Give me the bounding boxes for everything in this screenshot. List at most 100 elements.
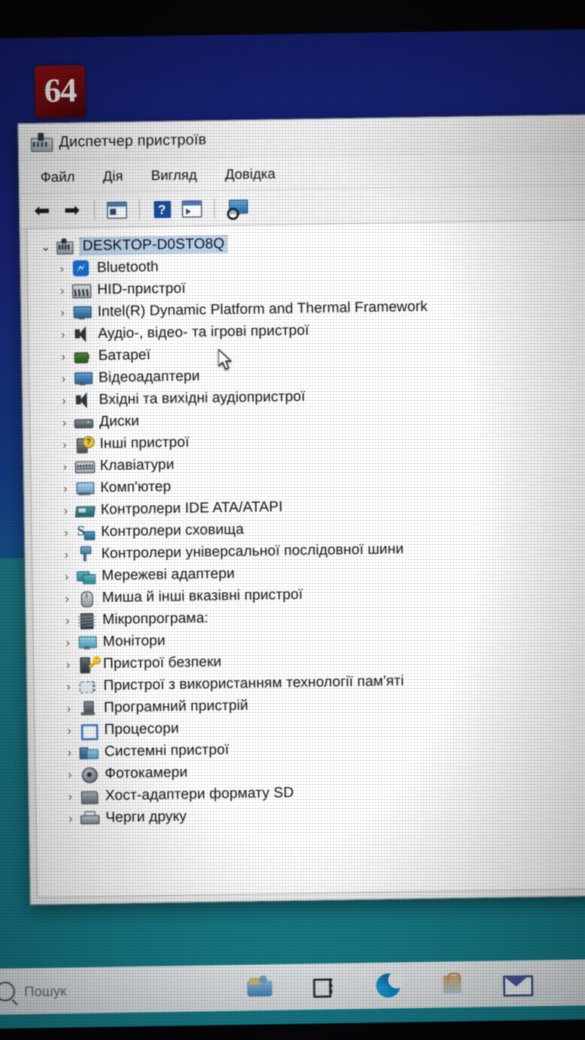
monitor-surface: 64 er Диспетчер пристроїв Файл Дія Вигля… bbox=[0, 29, 585, 1029]
disk-drive-icon bbox=[74, 414, 94, 430]
chevron-right-icon[interactable]: › bbox=[60, 680, 76, 694]
tree-node-label: Контролери сховища bbox=[100, 521, 244, 540]
chevron-down-icon[interactable]: ⌄ bbox=[37, 240, 53, 254]
battery-icon bbox=[73, 348, 91, 364]
chevron-right-icon[interactable]: › bbox=[62, 811, 78, 825]
chevron-right-icon[interactable]: › bbox=[56, 372, 72, 386]
mail-icon[interactable] bbox=[502, 969, 534, 997]
chevron-right-icon[interactable]: › bbox=[61, 745, 77, 759]
tree-node-label: Миша й інші вказівні пристрої bbox=[101, 586, 303, 606]
tree-node-label: Пристрої безпеки bbox=[102, 654, 222, 672]
toolbar-separator-1 bbox=[93, 200, 96, 221]
chevron-right-icon[interactable]: › bbox=[59, 570, 75, 584]
chevron-right-icon[interactable]: › bbox=[62, 789, 78, 803]
question-mark-icon: ? bbox=[153, 200, 171, 218]
usb-controller-icon bbox=[76, 546, 94, 562]
tree-node-label: Bluetooth bbox=[96, 259, 159, 277]
menu-file[interactable]: Файл bbox=[29, 165, 86, 188]
chevron-right-icon[interactable]: › bbox=[58, 548, 74, 562]
desktop-icon-64[interactable]: 64 bbox=[34, 65, 86, 118]
taskbar-search-label: Пошук bbox=[24, 982, 67, 1000]
tree-node-label: Пристрої з використанням технології пам'… bbox=[103, 673, 405, 694]
tree-node-label: Інші пристрої bbox=[99, 434, 190, 453]
update-driver-button[interactable] bbox=[178, 195, 206, 221]
tree-node-label: Фотокамери bbox=[104, 764, 188, 782]
tree-node-label: Мережеві адаптери bbox=[101, 565, 235, 584]
chevron-right-icon[interactable]: › bbox=[55, 328, 71, 342]
chevron-right-icon[interactable]: › bbox=[56, 394, 72, 408]
computer-root-icon bbox=[55, 238, 74, 255]
chevron-right-icon[interactable]: › bbox=[59, 592, 75, 606]
tree-node-label: Диски bbox=[99, 413, 140, 431]
scan-window-icon bbox=[181, 199, 203, 218]
security-device-icon: 🔑 bbox=[78, 656, 102, 674]
window-title: Диспетчер пристроїв bbox=[58, 130, 207, 151]
device-manager-window: Диспетчер пристроїв Файл Дія Вигляд Дові… bbox=[17, 113, 585, 906]
chevron-right-icon[interactable]: › bbox=[61, 701, 77, 715]
microsoft-store-icon[interactable] bbox=[438, 970, 466, 998]
network-adapter-icon bbox=[76, 568, 96, 585]
software-device-icon bbox=[79, 700, 97, 716]
camera-icon bbox=[80, 766, 98, 784]
keyboard-icon bbox=[74, 458, 96, 474]
tree-node-label: Комп'ютер bbox=[100, 478, 172, 497]
chevron-right-icon[interactable]: › bbox=[56, 416, 72, 430]
window-properties-icon bbox=[106, 201, 128, 219]
chevron-right-icon[interactable]: › bbox=[58, 526, 74, 540]
display-adapter-icon bbox=[73, 370, 93, 386]
taskbar: Пошук bbox=[0, 959, 585, 1015]
chevron-right-icon[interactable]: › bbox=[59, 614, 75, 628]
properties-button[interactable] bbox=[103, 196, 131, 222]
chevron-right-icon[interactable]: › bbox=[57, 460, 73, 474]
chevron-right-icon[interactable]: › bbox=[54, 262, 70, 276]
chevron-right-icon[interactable]: › bbox=[62, 767, 78, 781]
speaker-icon bbox=[74, 392, 92, 409]
chevron-right-icon[interactable]: › bbox=[57, 482, 73, 496]
speaker-icon bbox=[73, 326, 91, 343]
chevron-right-icon[interactable]: › bbox=[58, 504, 74, 518]
tree-node-label: Батареї bbox=[98, 347, 151, 365]
edge-browser-icon[interactable] bbox=[374, 971, 402, 999]
tree-node-label: Процесори bbox=[104, 720, 180, 738]
unknown-device-icon: ? bbox=[75, 436, 95, 454]
tree-node-label: Контролери IDE ATA/ATAPI bbox=[100, 499, 283, 519]
tree-node-label: Мікропрограма: bbox=[102, 610, 209, 628]
device-manager-icon bbox=[30, 132, 54, 153]
bluetooth-icon bbox=[72, 260, 90, 277]
firmware-icon bbox=[77, 612, 95, 630]
tree-node-label: Клавіатури bbox=[99, 456, 175, 475]
tree-node-label: Програмний пристрій bbox=[103, 697, 249, 716]
tree-node-label: Контролери універсальної послідовної шин… bbox=[101, 541, 404, 562]
taskbar-search[interactable]: Пошук bbox=[0, 981, 67, 1002]
chevron-right-icon[interactable]: › bbox=[55, 350, 71, 364]
ide-controller-icon bbox=[75, 502, 96, 518]
computer-icon bbox=[75, 480, 95, 496]
chevron-right-icon[interactable]: › bbox=[61, 723, 77, 737]
tree-node-label: Відеоадаптери bbox=[98, 368, 200, 387]
monitor-icon bbox=[78, 634, 97, 650]
toolbar-separator-2 bbox=[138, 199, 141, 220]
chevron-right-icon[interactable]: › bbox=[57, 438, 73, 452]
mouse-icon bbox=[77, 590, 95, 608]
file-explorer-icon[interactable] bbox=[246, 973, 274, 1001]
task-view-icon[interactable] bbox=[310, 972, 338, 1000]
menu-view[interactable]: Вигляд bbox=[140, 163, 208, 186]
forward-button[interactable]: ➡ bbox=[58, 197, 86, 223]
search-icon bbox=[0, 981, 16, 1002]
chevron-right-icon[interactable]: › bbox=[60, 658, 76, 672]
chevron-right-icon[interactable]: › bbox=[54, 306, 70, 320]
menu-help[interactable]: Довідка bbox=[214, 162, 287, 185]
tree-node-label: Intel(R) Dynamic Platform and Thermal Fr… bbox=[97, 298, 428, 321]
tree-node-label: HID-пристрої bbox=[97, 280, 186, 299]
left-arrow-icon: ⬅ bbox=[33, 200, 51, 222]
help-button[interactable]: ? bbox=[148, 196, 176, 222]
chevron-right-icon[interactable]: › bbox=[54, 284, 70, 298]
menu-action[interactable]: Дія bbox=[92, 164, 135, 187]
scan-hardware-changes-button[interactable] bbox=[223, 195, 251, 221]
sd-host-adapter-icon bbox=[80, 788, 99, 805]
chevron-right-icon[interactable]: › bbox=[60, 636, 76, 650]
back-button[interactable]: ⬅ bbox=[28, 198, 56, 224]
tree-node-label: Вхідні та вихідні аудіопристрої bbox=[98, 388, 306, 409]
device-tree-pane[interactable]: ⌄ DESKTOP-D0STO8Q › Bluetooth › HID-прис… bbox=[26, 218, 585, 899]
taskbar-items bbox=[246, 969, 534, 1001]
